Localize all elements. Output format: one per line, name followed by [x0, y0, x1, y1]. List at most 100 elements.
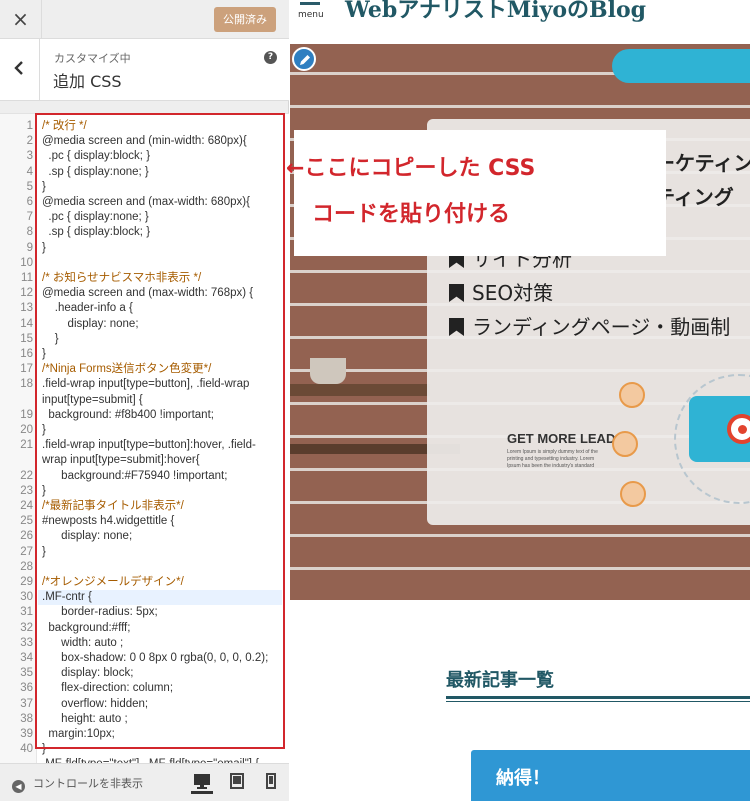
line-number: 2 [26, 135, 33, 148]
line-number-gutter: 1 2 3 4 5 6 7 8 9 10 11 12 13 14 15 16 17 18 19 20 21 22 23 24 2… [0, 114, 37, 763]
bookmark-icon [449, 284, 464, 302]
publish-button[interactable]: 公開済み [214, 7, 276, 32]
code-line[interactable]: background: #f8b400 !important; [42, 408, 214, 423]
target-center [738, 425, 747, 434]
code-line[interactable]: /* 改行 */ [42, 119, 87, 134]
code-line[interactable]: /* お知らせナビスマホ非表示 */ [42, 271, 201, 286]
line-number: 15 [20, 332, 33, 345]
line-number: 3 [26, 150, 33, 163]
mobile-preview-button[interactable] [260, 772, 282, 794]
section-title: 追加 CSS [53, 72, 122, 91]
site-logo[interactable]: WebアナリストMiyoのBlog [345, 0, 646, 24]
code-line[interactable]: } [42, 484, 46, 499]
code-line[interactable]: height: auto ; [42, 712, 128, 727]
left-arrow-icon: ← [286, 156, 305, 181]
avatar [619, 382, 645, 408]
leads-graphic-title: GET MORE LEADS [507, 431, 625, 446]
code-line[interactable]: .field-wrap input[type=button]:hover, .f… [42, 438, 256, 453]
code-line[interactable]: .field-wrap input[type=button], .field-w… [42, 377, 249, 392]
tablet-icon [230, 773, 244, 789]
code-line[interactable]: @media screen and (max-width: 680px){ [42, 195, 250, 210]
code-line[interactable]: flex-direction: column; [42, 681, 173, 696]
code-line[interactable]: input[type=submit] { [42, 393, 143, 408]
line-number: 28 [20, 560, 33, 573]
back-button[interactable] [0, 39, 40, 100]
code-line[interactable]: .sp { display:none; } [42, 165, 148, 180]
code-line[interactable]: } [42, 332, 59, 347]
line-number: 38 [20, 712, 33, 725]
code-line[interactable]: overflow: hidden; [42, 697, 148, 712]
code-line[interactable]: #newposts h4.widgettitle { [42, 514, 174, 529]
line-number: 36 [20, 682, 33, 695]
line-number: 25 [20, 515, 33, 528]
line-number: 32 [20, 621, 33, 634]
code-line[interactable]: } [42, 347, 46, 362]
code-line[interactable]: .pc { display:block; } [42, 149, 150, 164]
code-line[interactable]: } [42, 180, 46, 195]
code-line[interactable]: .header-info a { [42, 301, 133, 316]
section-header: カスタマイズ中 追加 CSS ? [0, 39, 289, 101]
code-line[interactable]: .pc { display:none; } [42, 210, 148, 225]
code-line[interactable]: /*オレンジメールデザイン*/ [42, 575, 184, 590]
site-preview: menu WebアナリストMiyoのBlog ーケティン ティング サイト分析 … [290, 0, 750, 801]
close-icon: × [12, 7, 29, 31]
line-number: 11 [21, 272, 33, 284]
code-line[interactable]: /*Ninja Forms送信ボタン色変更*/ [42, 362, 211, 377]
line-number: 35 [20, 667, 33, 680]
edit-shortcut-button[interactable] [292, 47, 316, 71]
line-number: 30 [20, 591, 33, 604]
code-line[interactable]: width: auto ; [42, 636, 123, 651]
pencil-icon [300, 55, 310, 65]
code-line[interactable]: background:#F75940 !important; [42, 469, 227, 484]
code-line[interactable]: margin:10px; [42, 727, 115, 742]
code-line[interactable]: wrap input[type=submit]:hover{ [42, 453, 200, 468]
code-line[interactable]: display: block; [42, 666, 133, 681]
code-line[interactable]: border-radius: 5px; [42, 605, 158, 620]
header-pill-decoration [612, 49, 750, 83]
code-line[interactable]: display: none; [42, 529, 132, 544]
code-line[interactable]: } [42, 545, 46, 560]
avatar [612, 431, 638, 457]
card-heading-line: ティング [655, 185, 734, 209]
line-number: 34 [20, 652, 33, 664]
line-number: 23 [20, 484, 33, 497]
close-customizer-button[interactable]: × [0, 0, 42, 39]
line-number: 9 [26, 241, 33, 254]
code-line[interactable]: @media screen and (max-width: 768px) { [42, 286, 253, 301]
breadcrumb: カスタマイズ中 [54, 52, 131, 65]
code-line[interactable]: background:#fff; [42, 621, 130, 636]
code-line[interactable]: .MF-cntr { [42, 590, 92, 605]
line-number: 20 [20, 424, 33, 436]
code-line[interactable]: } [42, 423, 46, 438]
hide-controls-button[interactable]: ◀ コントロールを非表示 [12, 775, 143, 793]
code-line[interactable]: .sp { display:block; } [42, 225, 150, 240]
latest-posts-heading: 最新記事一覧 [446, 670, 554, 691]
code-line[interactable]: /*最新記事タイトル非表示*/ [42, 499, 184, 514]
decor-pot-image [310, 358, 346, 384]
help-icon[interactable]: ? [264, 51, 277, 64]
line-number: 40 [20, 743, 33, 756]
line-number: 7 [26, 211, 33, 224]
line-number: 10 [20, 256, 33, 269]
tablet-preview-button[interactable] [226, 772, 248, 794]
line-number: 27 [20, 545, 33, 558]
css-code-editor[interactable]: 1 2 3 4 5 6 7 8 9 10 11 12 13 14 15 16 17 18 19 20 21 22 23 24 2… [0, 113, 289, 763]
line-number: 14 [20, 317, 33, 330]
chevron-left-icon [14, 61, 23, 75]
collapse-icon: ◀ [12, 780, 25, 793]
feature-item: SEO対策 [449, 277, 553, 306]
line-number: 19 [20, 408, 33, 421]
code-line[interactable]: @media screen and (min-width: 680px){ [42, 134, 247, 149]
code-line[interactable]: box-shadow: 0 0 8px 0 rgba(0, 0, 0, 0.2)… [42, 651, 268, 666]
bookmark-icon [449, 318, 464, 336]
desktop-preview-button[interactable] [191, 772, 213, 794]
code-line[interactable]: } [42, 241, 46, 256]
code-line[interactable]: } [42, 742, 46, 757]
annotation-box [294, 130, 666, 256]
annotation-text: コードを貼り付ける [312, 202, 511, 227]
code-line[interactable]: display: none; [42, 317, 139, 332]
site-header: menu WebアナリストMiyoのBlog [290, 0, 750, 44]
annotation-text: ←ここにコピーした CSS [286, 156, 536, 181]
line-number: 8 [26, 226, 33, 239]
card-heading-line: ーケティン [655, 151, 750, 175]
